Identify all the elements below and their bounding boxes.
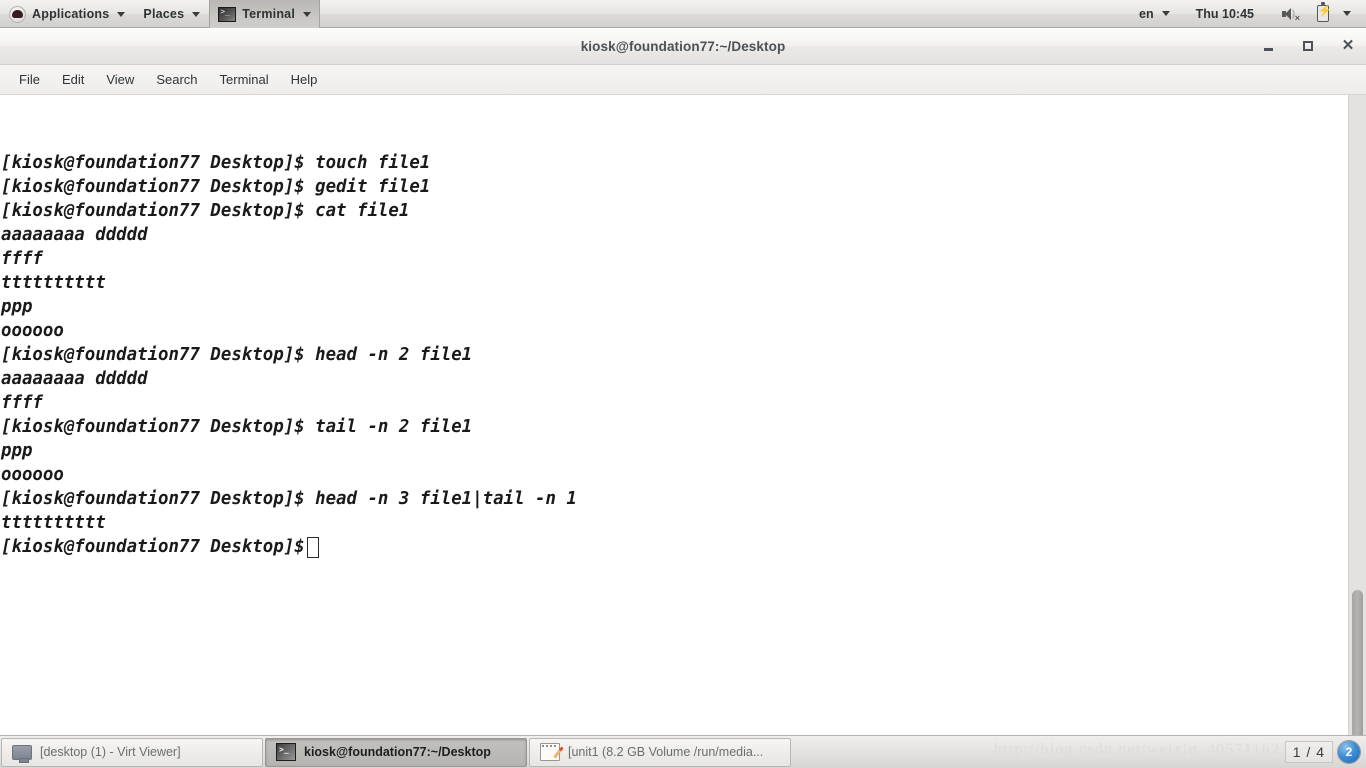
menu-search[interactable]: Search (145, 68, 208, 91)
terminal-line: [kiosk@foundation77 Desktop]$ tail -n 2 … (1, 417, 473, 437)
terminal-line: aaaaaaaa ddddd (1, 225, 148, 245)
speaker-muted-icon: ) × (1282, 6, 1300, 22)
top-panel: Applications Places Terminal en Thu 10:4… (0, 0, 1366, 28)
workspace-switcher[interactable]: 1 / 4 2 (1284, 741, 1366, 763)
workspace-pager-label: 1 / 4 (1284, 741, 1333, 763)
menubar: File Edit View Search Terminal Help (0, 65, 1366, 95)
close-button[interactable]: ✕ (1338, 36, 1358, 56)
taskbar-item-label: [unit1 (8.2 GB Volume /run/media... (568, 745, 764, 759)
menu-file[interactable]: File (8, 68, 51, 91)
keyboard-layout-indicator[interactable]: en (1130, 0, 1179, 28)
menu-help[interactable]: Help (280, 68, 329, 91)
monitor-icon (12, 744, 32, 763)
chevron-down-icon (1343, 11, 1351, 16)
places-menu-label: Places (143, 7, 185, 21)
terminal-line: tttttttttt (1, 513, 106, 533)
chevron-down-icon (1161, 11, 1170, 16)
terminal-scrollbar[interactable] (1348, 95, 1366, 735)
redhat-logo-icon (9, 5, 26, 23)
desktop-screen: Applications Places Terminal en Thu 10:4… (0, 0, 1366, 768)
terminal-line: oooooo (1, 465, 64, 485)
scrollbar-thumb[interactable] (1352, 590, 1363, 735)
terminal-window: kiosk@foundation77:~/Desktop ✕ File Edit… (0, 28, 1366, 735)
terminal-line: [kiosk@foundation77 Desktop]$ head -n 3 … (1, 489, 577, 509)
window-titlebar[interactable]: kiosk@foundation77:~/Desktop ✕ (0, 28, 1366, 65)
window-task-terminal-label: Terminal (242, 7, 296, 21)
applications-menu[interactable]: Applications (0, 0, 134, 28)
terminal-screen[interactable]: [kiosk@foundation77 Desktop]$ touch file… (0, 95, 1366, 735)
terminal-prompt-line: [kiosk@foundation77 Desktop]$ (1, 535, 1348, 559)
terminal-prompt: [kiosk@foundation77 Desktop]$ (1, 537, 305, 557)
menu-terminal[interactable]: Terminal (209, 68, 280, 91)
terminal-line: ffff (1, 393, 43, 413)
terminal-cursor (306, 536, 319, 558)
terminal-line: ppp (1, 297, 33, 317)
terminal-line: tttttttttt (1, 273, 106, 293)
clock-label: Thu 10:45 (1195, 6, 1254, 21)
terminal-line: [kiosk@foundation77 Desktop]$ gedit file… (1, 177, 431, 197)
window-controls: ✕ (1258, 28, 1358, 64)
taskbar-item-label: [desktop (1) - Virt Viewer] (40, 745, 181, 759)
menu-view[interactable]: View (95, 68, 145, 91)
chevron-down-icon (303, 11, 312, 17)
taskbar-item-terminal[interactable]: kiosk@foundation77:~/Desktop (265, 737, 527, 767)
terminal-line: [kiosk@foundation77 Desktop]$ head -n 2 … (1, 345, 473, 365)
places-menu[interactable]: Places (134, 0, 209, 28)
taskbar-item-virt-viewer[interactable]: [desktop (1) - Virt Viewer] (1, 737, 263, 767)
terminal-icon (218, 6, 237, 22)
terminal-line: aaaaaaaa ddddd (1, 369, 148, 389)
clock[interactable]: Thu 10:45 (1179, 0, 1271, 28)
maximize-button[interactable] (1298, 36, 1318, 56)
minimize-button[interactable] (1258, 36, 1278, 56)
system-status-menu[interactable]: ) × (1271, 0, 1360, 28)
taskbar-item-label: kiosk@foundation77:~/Desktop (304, 745, 491, 759)
terminal-line: ppp (1, 441, 33, 461)
terminal-line: [kiosk@foundation77 Desktop]$ cat file1 (1, 201, 410, 221)
window-title: kiosk@foundation77:~/Desktop (580, 38, 786, 54)
applications-menu-label: Applications (32, 7, 110, 21)
window-task-terminal[interactable]: Terminal (209, 0, 321, 28)
terminal-output[interactable]: [kiosk@foundation77 Desktop]$ touch file… (0, 95, 1348, 735)
terminal-line: ffff (1, 249, 43, 269)
menu-edit[interactable]: Edit (51, 68, 95, 91)
battery-charging-icon (1317, 2, 1329, 22)
gedit-icon (540, 743, 560, 761)
terminal-line: oooooo (1, 321, 64, 341)
chevron-down-icon (192, 11, 201, 17)
keyboard-layout-label: en (1139, 6, 1154, 21)
taskbar-item-gedit[interactable]: [unit1 (8.2 GB Volume /run/media... (529, 737, 791, 767)
taskbar: [desktop (1) - Virt Viewer] kiosk@founda… (0, 735, 1366, 768)
terminal-line: [kiosk@foundation77 Desktop]$ touch file… (1, 153, 431, 173)
chevron-down-icon (117, 11, 126, 17)
terminal-icon (276, 743, 296, 761)
panel-status-area: en Thu 10:45 ) × (1130, 0, 1366, 27)
workspace-badge[interactable]: 2 (1338, 741, 1360, 763)
